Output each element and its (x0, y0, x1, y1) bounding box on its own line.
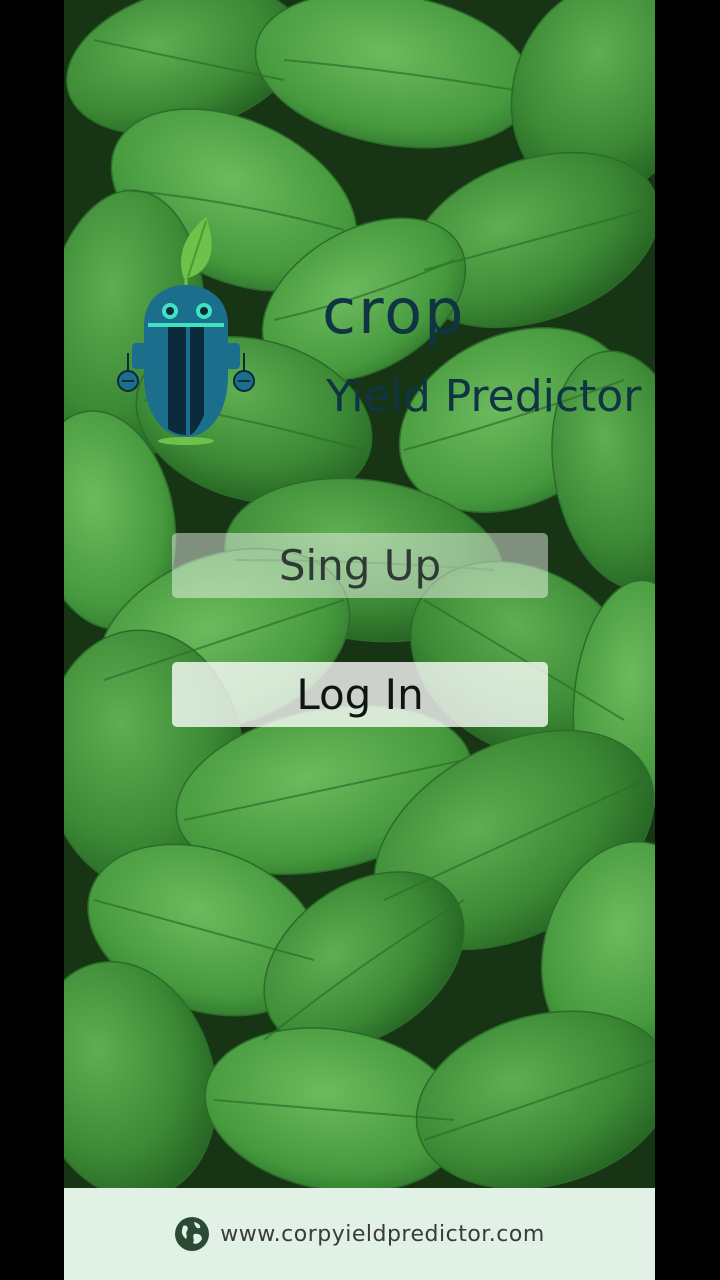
website-url[interactable]: www.corpyieldpredictor.com (220, 1222, 545, 1247)
globe-icon (175, 1217, 210, 1251)
login-button[interactable]: Log In (172, 662, 548, 727)
app-logo: crop Yield Predictor (114, 215, 641, 455)
signup-button[interactable]: Sing Up (172, 533, 548, 598)
logo-word: crop (322, 281, 466, 343)
footer-bar: www.corpyieldpredictor.com (64, 1188, 655, 1280)
logo-word-text: crop (322, 275, 466, 348)
robot-mascot-icon (117, 217, 255, 445)
logo-subtitle: Yield Predictor (326, 371, 642, 422)
app-screen: crop Yield Predictor Sing Up Log In www.… (64, 0, 655, 1280)
